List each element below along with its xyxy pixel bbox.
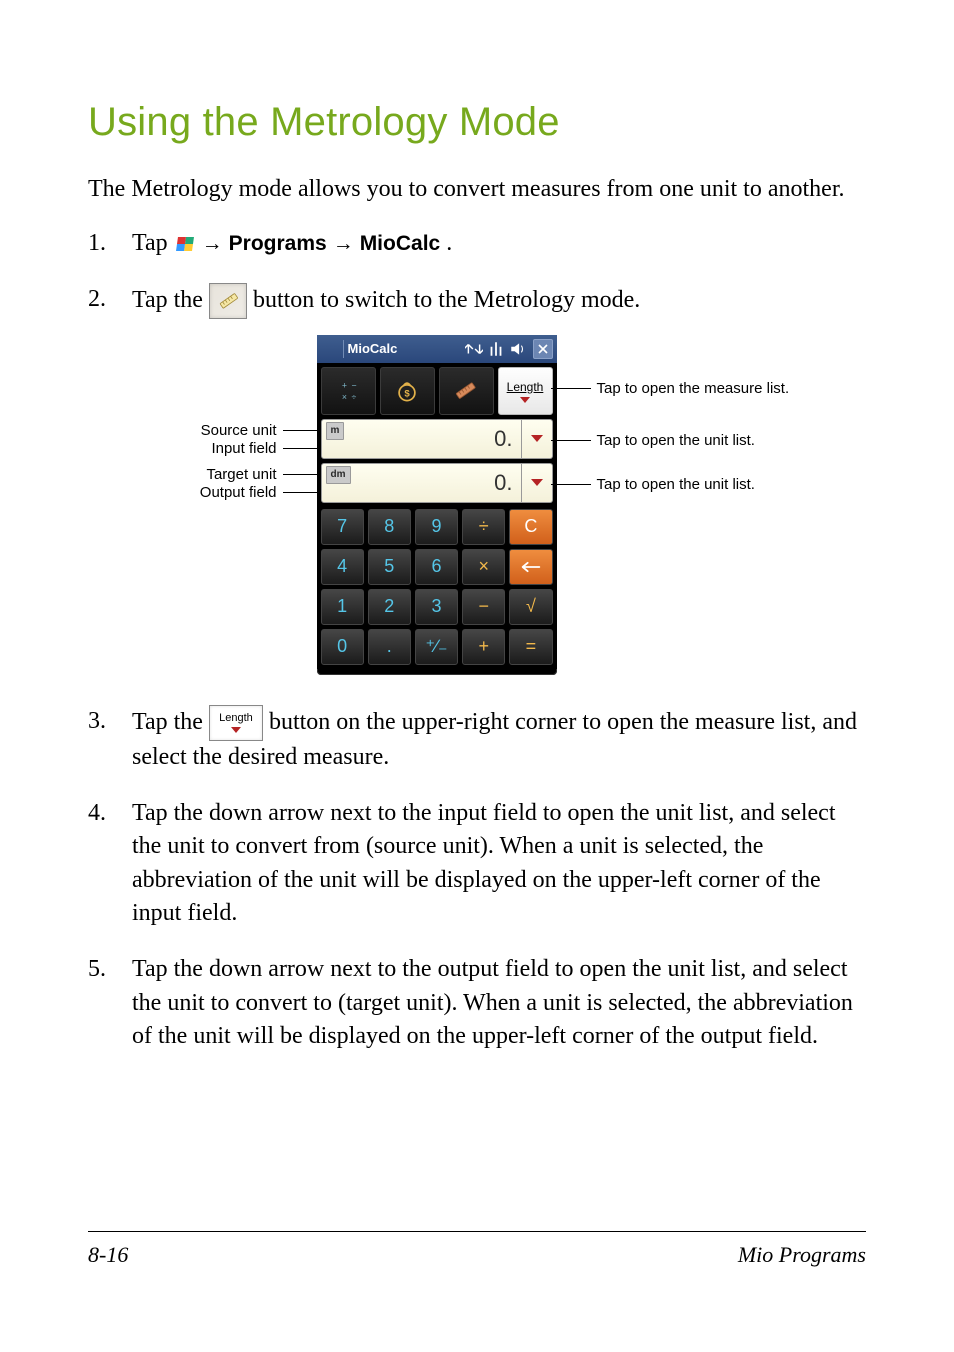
page-heading: Using the Metrology Mode: [88, 100, 866, 145]
window-title: MioCalc: [348, 340, 398, 358]
chevron-down-icon: [531, 479, 543, 486]
key-8[interactable]: 8: [368, 509, 411, 545]
key-2[interactable]: 2: [368, 589, 411, 625]
key-4[interactable]: 4: [321, 549, 364, 585]
key-9[interactable]: 9: [415, 509, 458, 545]
svg-text:×: ×: [342, 392, 347, 402]
key-1[interactable]: 1: [321, 589, 364, 625]
callout-output-field: Output field: [200, 482, 283, 503]
metrology-figure: Source unit Input field Target unit Outp…: [132, 335, 866, 675]
key-3[interactable]: 3: [415, 589, 458, 625]
step-5: Tap the down arrow next to the output fi…: [88, 953, 866, 1054]
key-backspace[interactable]: [509, 549, 552, 585]
key-sqrt[interactable]: √: [509, 589, 552, 625]
miocalc-screenshot: MioCalc: [317, 335, 557, 675]
step5-text: Tap the down arrow next to the output fi…: [132, 956, 853, 1049]
callout-measure-list: Tap to open the measure list.: [591, 378, 790, 399]
page-footer: 8-16 Mio Programs: [88, 1231, 866, 1268]
footer-section: Mio Programs: [738, 1242, 866, 1268]
chevron-down-icon: [520, 397, 530, 403]
footer-page-number: 8-16: [88, 1242, 128, 1268]
ruler-icon: [209, 283, 247, 319]
source-unit-dropdown[interactable]: [522, 419, 553, 459]
key-5[interactable]: 5: [368, 549, 411, 585]
step4-text: Tap the down arrow next to the input fie…: [132, 800, 836, 927]
intro-paragraph: The Metrology mode allows you to convert…: [88, 173, 866, 205]
callout-input-field: Input field: [211, 438, 282, 459]
key-clear[interactable]: C: [509, 509, 552, 545]
step-1: Tap → Programs → MioCalc.: [88, 227, 866, 261]
target-unit-dropdown[interactable]: [522, 463, 553, 503]
step-4: Tap the down arrow next to the input fie…: [88, 797, 866, 931]
start-menu-icon: [174, 234, 196, 254]
target-unit-chip: dm: [326, 466, 351, 484]
key-subtract[interactable]: −: [462, 589, 505, 625]
arrow-icon: →: [202, 229, 223, 258]
step2-prefix: Tap the: [132, 284, 203, 318]
chevron-down-icon: [531, 435, 543, 442]
chevron-down-icon: [231, 727, 241, 733]
step1-programs: Programs: [229, 229, 327, 258]
callout-unit-list-1: Tap to open the unit list.: [591, 430, 755, 451]
length-button-icon: Length: [209, 705, 263, 741]
currency-mode-button[interactable]: $: [380, 367, 435, 415]
step-2: Tap the button to switch to the Metrolog…: [88, 283, 866, 675]
output-value: 0.: [494, 468, 512, 499]
svg-text:−: −: [352, 380, 357, 390]
signal-icon[interactable]: [487, 340, 505, 358]
connectivity-icon[interactable]: [465, 340, 483, 358]
step1-prefix: Tap: [132, 227, 168, 261]
arrow-icon: →: [333, 229, 354, 258]
steps-list: Tap → Programs → MioCalc. Tap the: [88, 227, 866, 1053]
key-add[interactable]: +: [462, 629, 505, 665]
svg-text:+: +: [342, 380, 347, 390]
measure-selector-button[interactable]: Length: [498, 367, 553, 415]
step3-prefix: Tap the: [132, 709, 203, 735]
key-dot[interactable]: .: [368, 629, 411, 665]
callout-unit-list-2: Tap to open the unit list.: [591, 474, 755, 495]
output-row: dm 0.: [321, 463, 553, 503]
key-plus-minus[interactable]: ⁺∕₋: [415, 629, 458, 665]
os-logo-icon: [321, 340, 339, 358]
step1-period: .: [446, 227, 452, 261]
keypad: 7 8 9 ÷ C 4 5 6 × 1 2 3: [317, 505, 557, 669]
key-6[interactable]: 6: [415, 549, 458, 585]
input-field[interactable]: m 0.: [321, 419, 522, 459]
mode-bar: + − × ÷ $: [317, 363, 557, 415]
key-divide[interactable]: ÷: [462, 509, 505, 545]
volume-icon[interactable]: [509, 340, 527, 358]
key-equals[interactable]: =: [509, 629, 552, 665]
length-button-label: Length: [219, 713, 253, 724]
close-button[interactable]: [533, 339, 553, 359]
key-multiply[interactable]: ×: [462, 549, 505, 585]
metrology-mode-button[interactable]: [439, 367, 494, 415]
calc-mode-button[interactable]: + − × ÷: [321, 367, 376, 415]
output-field[interactable]: dm 0.: [321, 463, 522, 503]
key-0[interactable]: 0: [321, 629, 364, 665]
measure-selector-label: Length: [507, 379, 544, 396]
svg-text:÷: ÷: [352, 392, 357, 402]
step2-suffix: button to switch to the Metrology mode.: [253, 284, 640, 318]
svg-text:$: $: [404, 388, 410, 399]
step1-miocalc: MioCalc: [360, 229, 441, 258]
step-3: Tap the Length button on the upper-right…: [88, 705, 866, 775]
input-value: 0.: [494, 424, 512, 455]
source-unit-chip: m: [326, 422, 345, 440]
key-7[interactable]: 7: [321, 509, 364, 545]
input-row: m 0.: [321, 419, 553, 459]
title-bar: MioCalc: [317, 335, 557, 363]
